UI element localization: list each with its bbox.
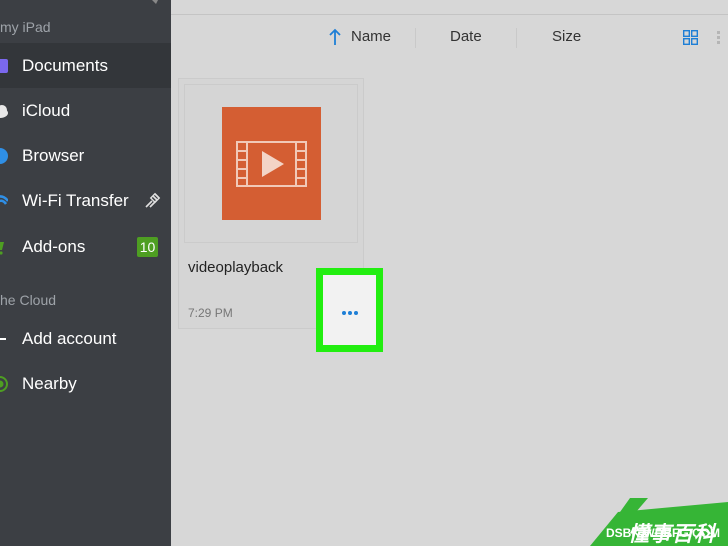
- nearby-icon: [0, 375, 8, 392]
- section-header-cloud: he Cloud: [0, 292, 57, 308]
- sidebar-item-nearby[interactable]: Nearby: [0, 361, 171, 406]
- more-options-icon: [341, 311, 358, 315]
- file-name: videoplayback: [188, 259, 284, 276]
- sidebar-item-label: Add account: [22, 328, 117, 348]
- sort-ascending-arrow-icon[interactable]: [328, 28, 342, 46]
- sidebar-item-browser[interactable]: Browser: [0, 133, 171, 178]
- add-ons-count-badge: 10: [137, 236, 158, 257]
- video-file-thumbnail[interactable]: [222, 107, 321, 220]
- sidebar-item-label: Documents: [22, 55, 108, 75]
- sort-by-name-button[interactable]: Name: [351, 28, 391, 45]
- sidebar: my iPad Documents iCloud Browser Wi-Fi T…: [0, 0, 171, 546]
- sidebar-item-wifi-transfer[interactable]: Wi-Fi Transfer: [0, 178, 171, 223]
- sidebar-item-label: Wi-Fi Transfer: [22, 190, 129, 210]
- sort-by-date-button[interactable]: Date: [450, 28, 482, 45]
- wifi-icon: [0, 194, 8, 205]
- list-view-icon[interactable]: [717, 30, 728, 45]
- sort-by-size-button[interactable]: Size: [552, 28, 581, 45]
- browser-icon: [0, 147, 8, 164]
- sort-bar: Name Date Size: [171, 22, 728, 52]
- watermark-site: DSBK.WDBFG.COM: [606, 526, 720, 540]
- grid-view-icon[interactable]: [683, 30, 698, 45]
- file-modified-time: 7:29 PM: [188, 306, 233, 320]
- sidebar-item-documents[interactable]: Documents: [0, 43, 171, 88]
- sidebar-item-add-account[interactable]: Add account: [0, 316, 171, 361]
- header-divider: [171, 14, 728, 15]
- cart-icon: [0, 241, 4, 255]
- transfer-link-icon[interactable]: [143, 192, 161, 210]
- documents-icon: [0, 58, 8, 73]
- sort-divider: [516, 28, 517, 48]
- sidebar-item-add-ons[interactable]: Add-ons 10: [0, 224, 171, 269]
- sidebar-item-label: iCloud: [22, 100, 71, 120]
- sidebar-item-label: Nearby: [22, 373, 77, 393]
- sidebar-top-indicator-icon: [152, 0, 158, 4]
- cloud-icon: [0, 104, 8, 118]
- sidebar-item-label: Browser: [22, 145, 85, 165]
- plus-icon: [0, 337, 6, 340]
- sidebar-item-label: Add-ons: [22, 236, 86, 256]
- video-file-icon: [236, 141, 307, 187]
- more-options-button[interactable]: [323, 275, 376, 345]
- section-header-device: my iPad: [0, 19, 51, 35]
- sort-divider: [415, 28, 416, 48]
- sidebar-item-icloud[interactable]: iCloud: [0, 88, 171, 133]
